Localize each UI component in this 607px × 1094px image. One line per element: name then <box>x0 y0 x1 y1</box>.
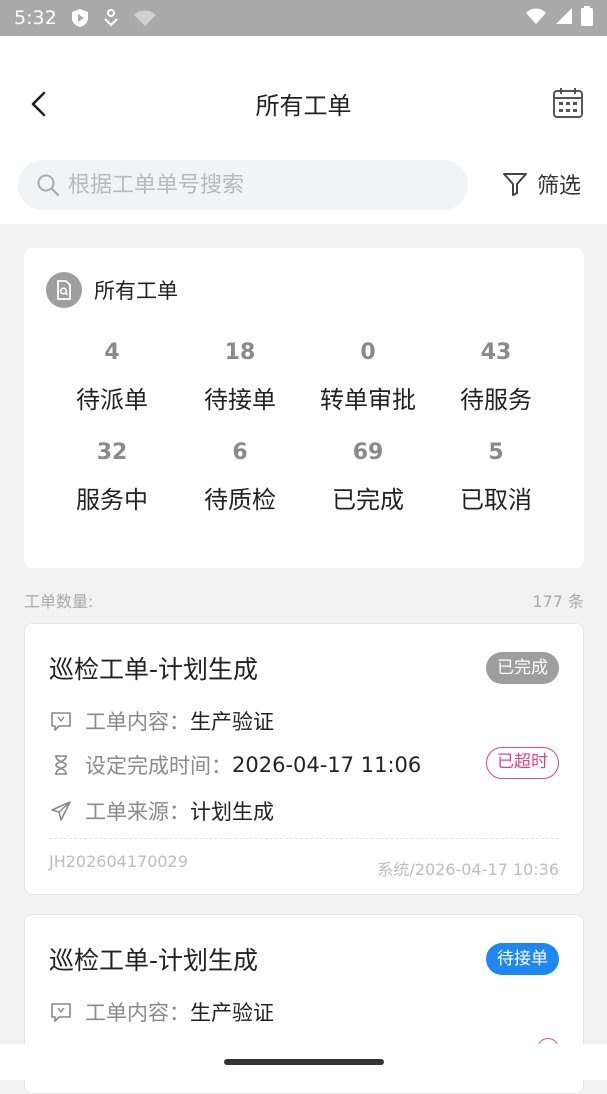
battery-icon <box>581 5 593 31</box>
stat-pending-qc[interactable]: 6 待质检 <box>176 438 304 516</box>
stat-count: 18 <box>224 340 256 365</box>
page-title: 所有工单 <box>255 92 352 120</box>
stat-count: 0 <box>360 340 376 365</box>
stat-label: 待派单 <box>76 386 148 414</box>
shield-play-icon <box>71 8 89 28</box>
order-deadline-row: 设定完成时间： 2026-04-17 11:06 <box>49 750 421 780</box>
stat-count: 69 <box>352 440 384 465</box>
order-source-value: 计划生成 <box>190 800 274 824</box>
order-content-row: 工单内容： 生产验证 <box>49 997 274 1027</box>
stat-pending-accept[interactable]: 18 待接单 <box>176 338 304 416</box>
hourglass-icon <box>49 753 73 777</box>
stat-label: 已取消 <box>460 486 532 514</box>
order-source-row: 工单来源： 计划生成 <box>49 796 274 826</box>
signal-icon <box>555 7 573 30</box>
home-gesture-bar[interactable] <box>224 1059 384 1065</box>
stat-count: 4 <box>104 340 120 365</box>
order-content-row: 工单内容： 生产验证 <box>49 706 274 736</box>
filter-icon <box>502 173 527 196</box>
usb-debug-icon <box>103 9 119 27</box>
order-source-key: 工单来源： <box>85 800 190 824</box>
stats-grid: 4 待派单 18 待接单 0 转单审批 43 待服务 32 服务中 6 待质检 69 已完成 … <box>48 338 560 516</box>
order-deadline-key: 设定完成时间： <box>85 754 232 778</box>
stat-count: 43 <box>480 340 512 365</box>
order-code: JH202604170029 <box>49 852 188 871</box>
filter-button[interactable]: 筛选 <box>501 168 581 200</box>
order-content-value: 生产验证 <box>190 1001 274 1025</box>
document-search-icon <box>46 272 82 308</box>
order-title: 巡检工单-计划生成 <box>49 655 259 684</box>
stat-count: 32 <box>96 440 128 465</box>
order-content-key: 工单内容： <box>85 710 190 734</box>
app-header: 所有工单 筛选 <box>0 36 607 224</box>
stat-count: 6 <box>232 440 248 465</box>
message-icon <box>49 709 73 733</box>
stat-transfer-approval[interactable]: 0 转单审批 <box>304 338 432 416</box>
stats-title: 所有工单 <box>94 279 178 303</box>
order-created: 系统/2026-04-17 10:36 <box>377 860 559 879</box>
card-divider <box>49 838 559 839</box>
status-bar: 5:32 <box>0 0 607 36</box>
stat-cancelled[interactable]: 5 已取消 <box>432 438 560 516</box>
order-count-value: 177 条 <box>532 592 584 611</box>
order-stats-card: 所有工单 4 待派单 18 待接单 0 转单审批 43 待服务 32 服务中 6 待质检 6… <box>24 248 584 568</box>
wifi-icon <box>525 7 547 30</box>
stat-in-service[interactable]: 32 服务中 <box>48 438 176 516</box>
order-content-value: 生产验证 <box>190 710 274 734</box>
system-nav-bar <box>0 1044 607 1080</box>
order-deadline-value: 2026-04-17 11:06 <box>232 753 422 777</box>
stat-count: 5 <box>488 440 504 465</box>
stat-label: 待接单 <box>204 386 276 414</box>
filter-label: 筛选 <box>536 174 581 199</box>
stat-label: 转单审批 <box>320 386 416 414</box>
order-count-label: 工单数量: <box>24 592 94 611</box>
search-icon <box>37 174 59 196</box>
order-footer: JH202604170029 系统/2026-04-17 10:36 <box>49 852 559 880</box>
calendar-icon <box>553 88 583 118</box>
wifi-question-icon <box>133 9 157 27</box>
status-badge: 待接单 <box>486 943 559 975</box>
stat-label: 服务中 <box>76 486 148 514</box>
stat-pending-dispatch[interactable]: 4 待派单 <box>48 338 176 416</box>
search-bar[interactable] <box>18 160 468 210</box>
stat-label: 待质检 <box>204 486 276 514</box>
order-card[interactable]: 巡检工单-计划生成 已完成 工单内容： 生产验证 设定完成时间： 2026-04… <box>24 623 584 895</box>
status-time: 5:32 <box>14 7 57 29</box>
stat-pending-service[interactable]: 43 待服务 <box>432 338 560 416</box>
calendar-button[interactable] <box>551 86 585 120</box>
stats-header: 所有工单 <box>46 272 178 308</box>
overdue-badge: 已超时 <box>486 747 559 779</box>
order-count-row: 工单数量: 177 条 <box>24 588 584 612</box>
stat-completed[interactable]: 69 已完成 <box>304 438 432 516</box>
order-content-key: 工单内容： <box>85 1001 190 1025</box>
order-title: 巡检工单-计划生成 <box>49 946 259 975</box>
status-badge: 已完成 <box>486 652 559 684</box>
send-icon <box>49 799 73 823</box>
stat-label: 待服务 <box>460 386 532 414</box>
message-icon <box>49 1000 73 1024</box>
search-input[interactable] <box>68 172 448 198</box>
stat-label: 已完成 <box>332 486 404 514</box>
